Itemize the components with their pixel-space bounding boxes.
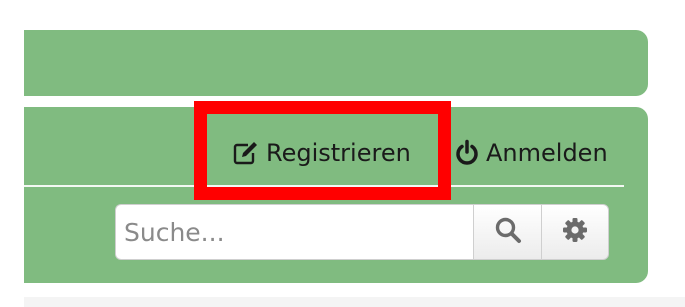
search-icon: [494, 216, 522, 248]
gear-icon: [562, 217, 588, 247]
page-content-edge: [24, 297, 685, 307]
power-icon: [454, 139, 480, 167]
search-input[interactable]: [115, 204, 473, 260]
login-label: Anmelden: [486, 139, 608, 167]
login-link[interactable]: Anmelden: [454, 128, 608, 178]
highlight-box: [194, 101, 451, 200]
search-form: [115, 204, 610, 260]
search-button[interactable]: [473, 204, 541, 260]
header-bar: [24, 30, 648, 96]
settings-button[interactable]: [541, 204, 609, 260]
